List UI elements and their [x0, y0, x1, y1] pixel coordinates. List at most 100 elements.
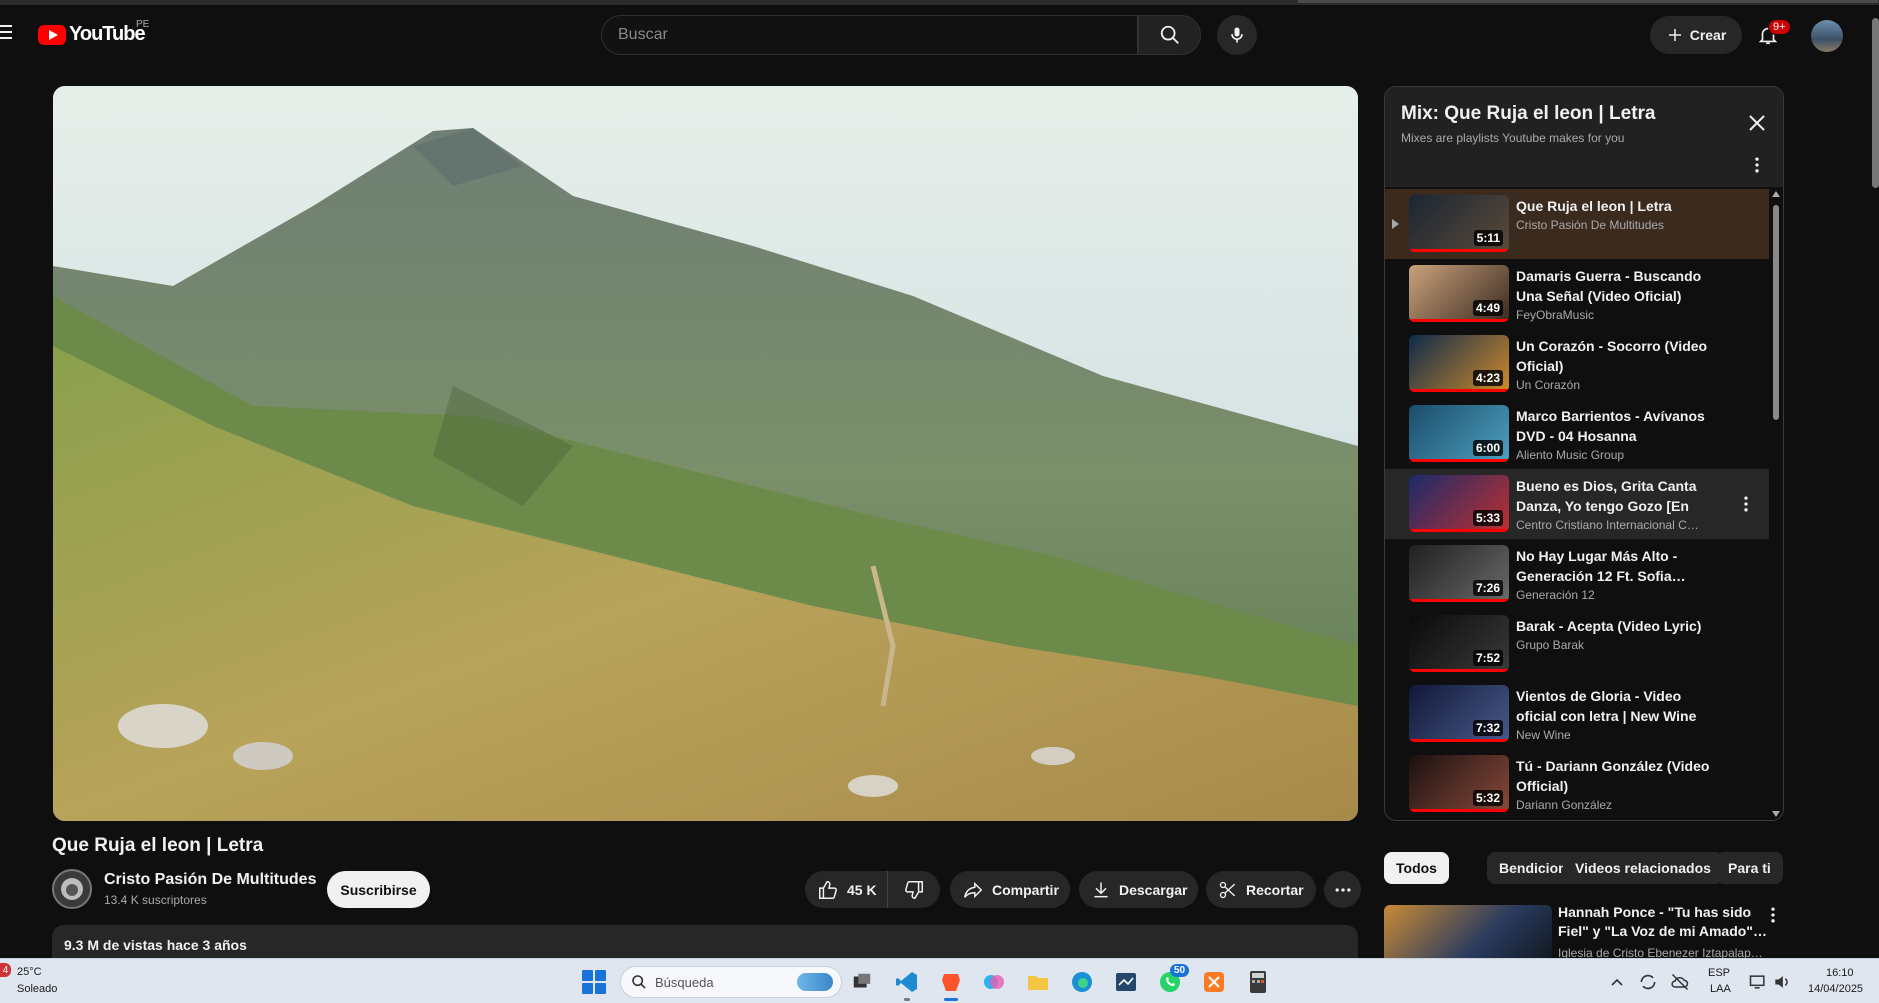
clock-date[interactable]: 14/04/2025: [1808, 983, 1863, 995]
playlist-item-thumbnail[interactable]: 5:11: [1409, 195, 1509, 252]
playlist-title[interactable]: Mix: Que Ruja el leon | Letra: [1401, 103, 1655, 125]
playlist-item-title[interactable]: Damaris Guerra - Buscando Una Señal (Vid…: [1516, 266, 1716, 306]
mix-playlist-panel: Mix: Que Ruja el leon | Letra Mixes are …: [1384, 86, 1784, 821]
search-input[interactable]: [618, 26, 1137, 44]
playlist-item-title[interactable]: Bueno es Dios, Grita Canta Danza, Yo ten…: [1516, 476, 1716, 516]
voice-search-button[interactable]: [1217, 15, 1257, 55]
chip-para-ti[interactable]: Para ti: [1716, 852, 1783, 884]
dislike-button[interactable]: [888, 879, 940, 901]
item-menu-icon[interactable]: [1736, 494, 1756, 514]
playlist-item[interactable]: 5:33 Bueno es Dios, Grita Canta Danza, Yo…: [1385, 469, 1769, 539]
recommendation-title[interactable]: Hannah Ponce - "Tu has sido Fiel" y "La …: [1558, 903, 1768, 941]
download-button[interactable]: Descargar: [1079, 871, 1198, 908]
playlist-item[interactable]: 5:32 Tú - Dariann González (Video Officia…: [1385, 749, 1769, 819]
like-count: 45 K: [847, 881, 877, 898]
language-code[interactable]: ESP: [1708, 967, 1730, 979]
duration-badge: 7:32: [1472, 720, 1503, 736]
duration-badge: 5:11: [1473, 230, 1503, 246]
youtube-logo[interactable]: YouTube: [38, 23, 146, 46]
sql-tool-icon[interactable]: [1112, 968, 1140, 996]
edge-browser-icon[interactable]: [1068, 968, 1096, 996]
playlist-item-title[interactable]: Barak - Acepta (Video Lyric): [1516, 616, 1716, 636]
playlist-item-title[interactable]: Un Corazón - Socorro (Video Oficial): [1516, 336, 1716, 376]
close-icon[interactable]: [1745, 111, 1769, 135]
like-button[interactable]: 45 K: [805, 871, 888, 908]
chip-videos-relacionados[interactable]: Videos relacionados: [1563, 852, 1723, 884]
subscribe-button[interactable]: Suscribirse: [327, 871, 430, 908]
channel-avatar[interactable]: [52, 869, 92, 909]
share-icon: [964, 881, 983, 898]
scroll-up-arrow-icon[interactable]: [1772, 191, 1780, 197]
chevron-up-icon[interactable]: [1610, 976, 1624, 988]
menu-icon[interactable]: [0, 25, 12, 39]
playlist-item[interactable]: 4:49 Damaris Guerra - Buscando Una Señal …: [1385, 259, 1769, 329]
playlist-subtitle: Mixes are playlists Youtube makes for yo…: [1401, 131, 1625, 145]
lion-logo-icon: [61, 878, 83, 900]
playlist-item-thumbnail[interactable]: 7:52: [1409, 615, 1509, 672]
vscode-icon[interactable]: [893, 968, 921, 1001]
playlist-item-title[interactable]: No Hay Lugar Más Alto - Generación 12 Ft…: [1516, 546, 1716, 586]
playlist-item[interactable]: Mario Rivera III ft. Hannah: [1385, 819, 1769, 820]
search-box[interactable]: [601, 15, 1138, 55]
microphone-icon: [1231, 27, 1243, 43]
weather-temperature[interactable]: 25°C: [17, 966, 42, 978]
video-player[interactable]: [53, 86, 1358, 821]
playlist-item[interactable]: 6:00 Marco Barrientos - Avívanos DVD - 04…: [1385, 399, 1769, 469]
playlist-item-title[interactable]: Que Ruja el leon | Letra: [1516, 196, 1716, 216]
search-icon: [632, 975, 646, 989]
brave-browser-icon[interactable]: [937, 968, 965, 1001]
clip-button[interactable]: Recortar: [1206, 871, 1316, 908]
playlist-item[interactable]: 7:26 No Hay Lugar Más Alto - Generación 1…: [1385, 539, 1769, 609]
playlist-item[interactable]: 7:32 Vientos de Gloria - Video oficial co…: [1385, 679, 1769, 749]
playlist-item[interactable]: 4:23 Un Corazón - Socorro (Video Oficial)…: [1385, 329, 1769, 399]
account-avatar[interactable]: [1811, 20, 1843, 52]
task-view-icon[interactable]: [848, 968, 876, 996]
playlist-item-title[interactable]: Tú - Dariann González (Video Official): [1516, 756, 1716, 796]
create-button[interactable]: Crear: [1650, 16, 1742, 54]
playlist-menu-icon[interactable]: [1747, 155, 1767, 175]
windows-start-icon[interactable]: [582, 970, 606, 994]
file-explorer-icon[interactable]: [1024, 968, 1052, 996]
recommendation-menu-icon[interactable]: [1763, 905, 1783, 925]
duration-badge: 6:00: [1472, 440, 1503, 456]
watched-progress-bar: [1409, 529, 1509, 532]
playlist-item-thumbnail[interactable]: 4:23: [1409, 335, 1509, 392]
search-button[interactable]: [1138, 15, 1201, 55]
playlist-item-thumbnail[interactable]: 7:32: [1409, 685, 1509, 742]
xampp-icon[interactable]: [1200, 968, 1228, 996]
share-label: Compartir: [992, 881, 1059, 898]
playlist-item-title[interactable]: Vientos de Gloria - Video oficial con le…: [1516, 686, 1716, 726]
keyboard-layout[interactable]: LAA: [1710, 983, 1731, 995]
playlist-item-thumbnail[interactable]: 5:33: [1409, 475, 1509, 532]
windows-taskbar: 4 25°C Soleado Búsqueda 50 ESP LAA 16:10…: [0, 958, 1879, 1003]
playlist-item-thumbnail[interactable]: 4:49: [1409, 265, 1509, 322]
channel-name[interactable]: Cristo Pasión De Multitudes: [104, 871, 316, 889]
playlist-item-thumbnail[interactable]: 7:26: [1409, 545, 1509, 602]
cloud-off-icon[interactable]: [1670, 972, 1690, 992]
display-icon[interactable]: [1748, 972, 1768, 992]
create-label: Crear: [1689, 27, 1727, 43]
watched-progress-bar: [1409, 599, 1509, 602]
playlist-item[interactable]: 7:52 Barak - Acepta (Video Lyric) Grupo Ba…: [1385, 609, 1769, 679]
watched-progress-bar: [1409, 249, 1509, 252]
clock-time[interactable]: 16:10: [1826, 967, 1854, 979]
copilot-icon[interactable]: [980, 968, 1008, 996]
scroll-down-arrow-icon[interactable]: [1772, 811, 1780, 817]
calculator-icon[interactable]: [1244, 968, 1272, 996]
playlist-item[interactable]: 5:11 Que Ruja el leon | Letra Cristo Pasió…: [1385, 189, 1769, 259]
share-button[interactable]: Compartir: [950, 871, 1070, 908]
playlist-item-channel: Aliento Music Group: [1516, 448, 1625, 462]
playlist-item-thumbnail[interactable]: 5:32: [1409, 755, 1509, 812]
more-actions-button[interactable]: [1324, 871, 1361, 908]
weather-condition[interactable]: Soleado: [17, 983, 57, 995]
taskbar-search[interactable]: Búsqueda: [620, 966, 842, 998]
recommendation-thumbnail[interactable]: [1384, 905, 1552, 960]
sync-icon[interactable]: [1638, 972, 1658, 992]
scissors-icon: [1219, 881, 1236, 898]
playlist-item-title[interactable]: Marco Barrientos - Avívanos DVD - 04 Hos…: [1516, 406, 1716, 446]
playlist-scrollbar[interactable]: [1773, 205, 1779, 420]
playlist-item-thumbnail[interactable]: 6:00: [1409, 405, 1509, 462]
volume-icon[interactable]: [1772, 972, 1792, 992]
chip-todos[interactable]: Todos: [1384, 852, 1449, 884]
page-scrollbar[interactable]: [1872, 18, 1879, 188]
